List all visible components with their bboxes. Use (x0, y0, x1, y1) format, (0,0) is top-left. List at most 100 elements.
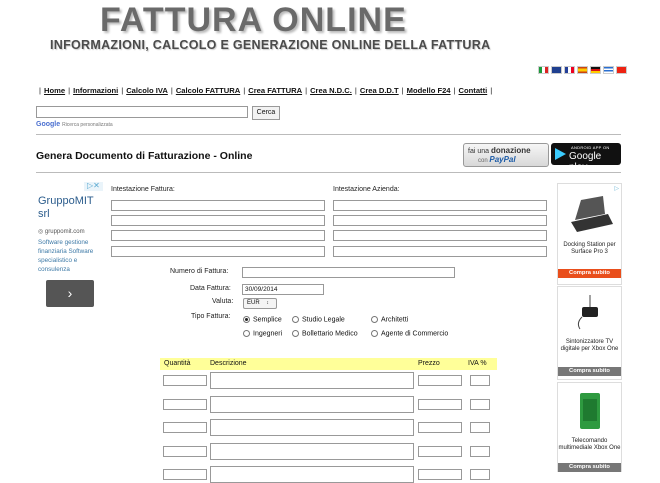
descrizione-field[interactable] (210, 396, 414, 413)
nav-crea-ndc[interactable]: Crea N.D.C. (310, 86, 352, 95)
search-input[interactable] (36, 106, 248, 118)
valuta-select[interactable]: EUR ↕ (243, 298, 277, 309)
site-logo[interactable]: FATTURA ONLINE (100, 0, 407, 40)
intestazione-fattura-field[interactable] (111, 200, 325, 211)
col-iva: IVA % (468, 360, 487, 367)
iva-field[interactable] (470, 375, 490, 386)
nav-informazioni[interactable]: Informazioni (73, 86, 118, 95)
nav-calcolo-iva[interactable]: Calcolo IVA (126, 86, 168, 95)
page-title: Genera Documento di Fatturazione - Onlin… (36, 150, 253, 162)
intestazione-fattura-field[interactable] (111, 215, 325, 226)
prezzo-field[interactable] (418, 375, 462, 386)
right-ad-2-title: Sintonizzatore TV digitale per Xbox One (560, 339, 619, 352)
quantita-field[interactable] (163, 446, 207, 457)
ad-arrow-button[interactable]: › (46, 280, 94, 307)
quantita-field[interactable] (163, 399, 207, 410)
radio-icon[interactable] (371, 316, 378, 324)
search-button[interactable]: Cerca (252, 106, 280, 120)
flag-spain-icon[interactable] (577, 66, 588, 74)
chevron-down-icon: ↕ (266, 300, 269, 306)
tipo-option-semplice[interactable]: Semplice (243, 315, 282, 324)
numero-fattura-field[interactable] (242, 267, 455, 278)
radio-selected-icon[interactable] (243, 316, 250, 324)
tv-tuner-image (577, 295, 598, 330)
descrizione-field[interactable] (210, 372, 414, 389)
tipo-fattura-label: Tipo Fattura: (191, 313, 231, 320)
flag-turkey-icon[interactable] (616, 66, 627, 74)
data-fattura-field[interactable]: 30/09/2014 (242, 284, 324, 295)
numero-fattura-label: Numero di Fattura: (170, 268, 229, 275)
intestazione-azienda-label: Intestazione Azienda: (333, 186, 400, 193)
prezzo-field[interactable] (418, 446, 462, 457)
right-ad-2[interactable]: Sintonizzatore TV digitale per Xbox One … (557, 286, 622, 380)
iva-field[interactable] (470, 446, 490, 457)
right-ad-1[interactable]: ▷ Docking Station per Surface Pro 3 Comp… (557, 183, 622, 285)
col-quantita: Quantità (164, 360, 191, 367)
buy-now-button[interactable]: Compra subito (558, 367, 621, 376)
quantita-field[interactable] (163, 469, 207, 480)
docking-station-image (571, 196, 613, 232)
quantita-field[interactable] (163, 422, 207, 433)
radio-icon[interactable] (243, 330, 250, 338)
iva-field[interactable] (470, 422, 490, 433)
descrizione-field[interactable] (210, 419, 414, 436)
intestazione-fattura-label: Intestazione Fattura: (111, 186, 175, 193)
flag-germany-icon[interactable] (590, 66, 601, 74)
prezzo-field[interactable] (418, 469, 462, 480)
ad-title[interactable]: GruppoMIT srl (38, 195, 98, 221)
right-ad-3[interactable]: Telecomando multimediale Xbox One Compra… (557, 382, 622, 472)
flag-france-icon[interactable] (564, 66, 575, 74)
donate-paypal: con PayPal (478, 155, 516, 164)
valuta-label: Valuta: (212, 298, 234, 305)
nav-crea-fattura[interactable]: Crea FATTURA (248, 86, 302, 95)
flag-italy-icon[interactable] (538, 66, 549, 74)
col-descrizione: Descrizione (210, 360, 247, 367)
descrizione-field[interactable] (210, 466, 414, 483)
ad-url[interactable]: ◎ gruppomit.com (38, 228, 85, 235)
paypal-donate-button[interactable]: fai una donazione con PayPal (463, 143, 549, 167)
col-prezzo: Prezzo (418, 360, 440, 367)
divider (36, 172, 621, 173)
intestazione-azienda-field[interactable] (333, 246, 547, 257)
radio-icon[interactable] (371, 330, 378, 338)
intestazione-azienda-field[interactable] (333, 230, 547, 241)
intestazione-fattura-field[interactable] (111, 246, 325, 257)
google-custom-search-label: Google Ricerca personalizzata (36, 121, 113, 128)
nav-contatti[interactable]: Contatti (459, 86, 488, 95)
intestazione-azienda-field[interactable] (333, 200, 547, 211)
nav-calcolo-fattura[interactable]: Calcolo FATTURA (176, 86, 240, 95)
nav-crea-ddt[interactable]: Crea D.D.T (360, 86, 399, 95)
google-logo: Google (36, 121, 61, 128)
flag-greece-icon[interactable] (603, 66, 614, 74)
radio-icon[interactable] (292, 330, 299, 338)
radio-icon[interactable] (292, 316, 299, 324)
iva-field[interactable] (470, 469, 490, 480)
descrizione-field[interactable] (210, 443, 414, 460)
ad-close-icon[interactable]: ▷✕ (87, 181, 100, 190)
intestazione-azienda-field[interactable] (333, 215, 547, 226)
language-flags (538, 66, 627, 74)
tipo-option-agente-commercio[interactable]: Agente di Commercio (371, 329, 448, 338)
nav-home[interactable]: Home (44, 86, 65, 95)
site-tagline: INFORMAZIONI, CALCOLO E GENERAZIONE ONLI… (50, 38, 491, 52)
data-fattura-label: Data Fattura: (190, 285, 231, 292)
buy-now-button[interactable]: Compra subito (558, 463, 621, 472)
quantita-field[interactable] (163, 375, 207, 386)
iva-field[interactable] (470, 399, 490, 410)
intestazione-fattura-field[interactable] (111, 230, 325, 241)
right-ad-3-title: Telecomando multimediale Xbox One (558, 438, 621, 451)
flag-uk-icon[interactable] (551, 66, 562, 74)
divider (36, 134, 621, 135)
google-play-badge[interactable]: ANDROID APP ON Google play (551, 143, 621, 173)
nav-modello-f24[interactable]: Modello F24 (407, 86, 451, 95)
tipo-option-studio-legale[interactable]: Studio Legale (292, 315, 345, 324)
tipo-option-architetti[interactable]: Architetti (371, 315, 408, 324)
google-play-icon (555, 148, 566, 160)
prezzo-field[interactable] (418, 399, 462, 410)
ad-choices-icon[interactable]: ▷ (614, 185, 619, 192)
google-play-small-text: ANDROID APP ON (571, 145, 610, 150)
prezzo-field[interactable] (418, 422, 462, 433)
buy-now-button[interactable]: Compra subito (558, 269, 621, 278)
tipo-option-ingegneri[interactable]: Ingegneri (243, 329, 282, 338)
tipo-option-bollettario-medico[interactable]: Bollettario Medico (292, 329, 358, 338)
